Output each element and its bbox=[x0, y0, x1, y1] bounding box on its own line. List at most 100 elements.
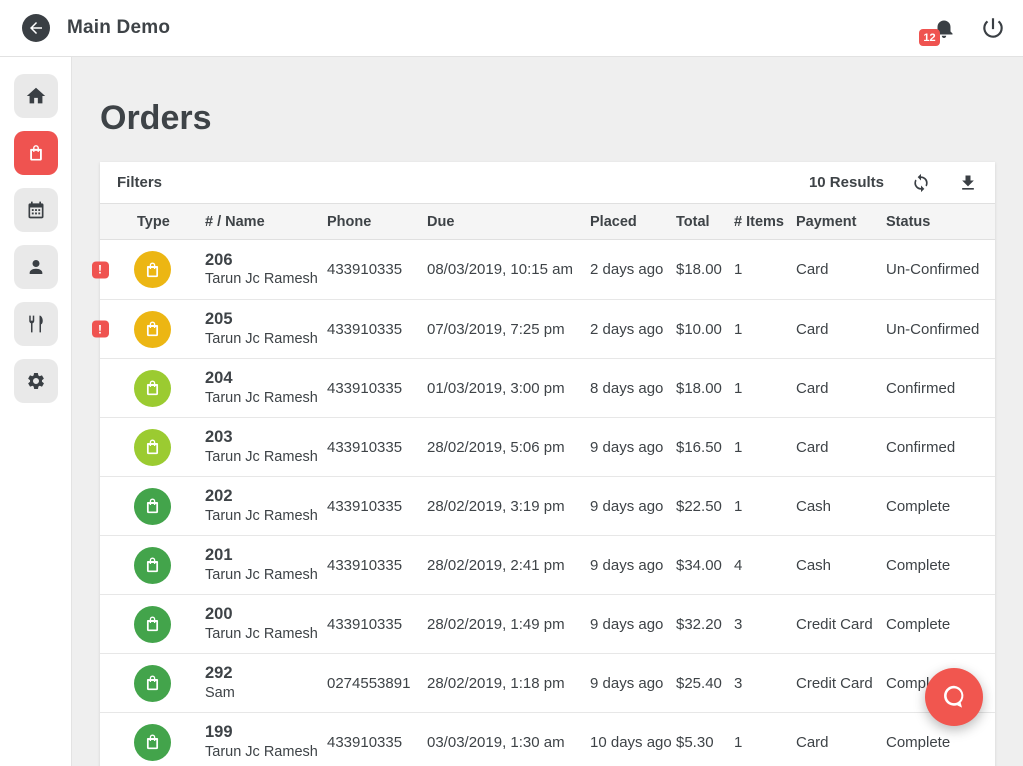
top-bar: Main Demo 12 bbox=[0, 0, 1023, 57]
table-row[interactable]: ! 199 Tarun Jc Ramesh 433910335 03/03/20… bbox=[100, 712, 995, 766]
order-total: $18.00 bbox=[676, 380, 734, 397]
customer-name: Tarun Jc Ramesh bbox=[205, 507, 327, 526]
arrow-left-icon bbox=[27, 19, 45, 37]
download-button[interactable] bbox=[958, 173, 978, 193]
order-status: Complete bbox=[886, 734, 995, 751]
order-number: 292 bbox=[205, 663, 327, 684]
sidebar bbox=[0, 57, 72, 766]
sidebar-item-orders[interactable] bbox=[14, 131, 58, 175]
order-items: 3 bbox=[734, 616, 796, 633]
order-payment: Card bbox=[796, 321, 886, 338]
column-header-name: # / Name bbox=[205, 214, 327, 230]
shopping-bag-icon bbox=[143, 437, 162, 457]
sidebar-item-customers[interactable] bbox=[14, 245, 58, 289]
order-total: $34.00 bbox=[676, 557, 734, 574]
order-due: 03/03/2019, 1:30 am bbox=[427, 734, 590, 751]
power-icon bbox=[980, 15, 1006, 41]
order-type-icon bbox=[134, 251, 171, 288]
orders-card: Filters 10 Results Type bbox=[100, 162, 995, 766]
order-total: $22.50 bbox=[676, 498, 734, 515]
order-payment: Card bbox=[796, 734, 886, 751]
order-items: 1 bbox=[734, 734, 796, 751]
order-placed: 2 days ago bbox=[590, 261, 676, 278]
order-payment: Cash bbox=[796, 557, 886, 574]
order-phone: 0274553891 bbox=[327, 675, 427, 692]
column-header-status: Status bbox=[886, 214, 995, 230]
table-header-row: Type # / Name Phone Due Placed Total # I… bbox=[100, 203, 995, 240]
shopping-bag-icon bbox=[143, 319, 162, 339]
order-payment: Card bbox=[796, 261, 886, 278]
column-header-items: # Items bbox=[734, 214, 796, 230]
table-row[interactable]: ! 292 Sam 0274553891 28/02/2019, 1:18 pm… bbox=[100, 653, 995, 712]
utensils-icon bbox=[26, 314, 46, 334]
order-status: Complete bbox=[886, 616, 995, 633]
table-row[interactable]: ! 200 Tarun Jc Ramesh 433910335 28/02/20… bbox=[100, 594, 995, 653]
order-items: 4 bbox=[734, 557, 796, 574]
notification-count-badge: 12 bbox=[919, 29, 940, 46]
shopping-bag-icon bbox=[143, 496, 162, 516]
order-status: Complete bbox=[886, 498, 995, 515]
order-number: 203 bbox=[205, 427, 327, 448]
order-due: 28/02/2019, 5:06 pm bbox=[427, 439, 590, 456]
table-row[interactable]: ! 205 Tarun Jc Ramesh 433910335 07/03/20… bbox=[100, 299, 995, 358]
download-icon bbox=[958, 173, 978, 193]
help-chat-button[interactable] bbox=[925, 668, 983, 726]
order-phone: 433910335 bbox=[327, 498, 427, 515]
order-number: 199 bbox=[205, 722, 327, 743]
order-items: 1 bbox=[734, 321, 796, 338]
order-type-icon bbox=[134, 724, 171, 761]
shopping-bag-icon bbox=[143, 732, 162, 752]
logout-button[interactable] bbox=[980, 15, 1006, 41]
order-status: Confirmed bbox=[886, 380, 995, 397]
order-items: 1 bbox=[734, 261, 796, 278]
back-button[interactable] bbox=[22, 14, 50, 42]
order-type-icon bbox=[134, 488, 171, 525]
page-title: Orders bbox=[100, 99, 995, 138]
notifications-button[interactable]: 12 bbox=[932, 15, 956, 41]
customer-name: Tarun Jc Ramesh bbox=[205, 270, 327, 289]
main-content: Orders Filters 10 Results bbox=[72, 57, 1023, 766]
sidebar-item-home[interactable] bbox=[14, 74, 58, 118]
order-payment: Credit Card bbox=[796, 616, 886, 633]
shopping-bag-icon bbox=[143, 673, 162, 693]
table-row[interactable]: ! 206 Tarun Jc Ramesh 433910335 08/03/20… bbox=[100, 240, 995, 299]
order-placed: 2 days ago bbox=[590, 321, 676, 338]
order-phone: 433910335 bbox=[327, 616, 427, 633]
order-status: Complete bbox=[886, 557, 995, 574]
table-row[interactable]: ! 202 Tarun Jc Ramesh 433910335 28/02/20… bbox=[100, 476, 995, 535]
orders-table-body: ! 206 Tarun Jc Ramesh 433910335 08/03/20… bbox=[100, 240, 995, 766]
customer-name: Tarun Jc Ramesh bbox=[205, 743, 327, 762]
shopping-bag-icon bbox=[143, 614, 162, 634]
order-total: $18.00 bbox=[676, 261, 734, 278]
order-phone: 433910335 bbox=[327, 439, 427, 456]
person-icon bbox=[26, 257, 46, 277]
order-due: 28/02/2019, 1:49 pm bbox=[427, 616, 590, 633]
filters-bar: Filters 10 Results bbox=[100, 162, 995, 203]
order-payment: Credit Card bbox=[796, 675, 886, 692]
order-type-icon bbox=[134, 429, 171, 466]
order-due: 28/02/2019, 3:19 pm bbox=[427, 498, 590, 515]
gear-icon bbox=[26, 371, 46, 391]
refresh-button[interactable] bbox=[911, 173, 931, 193]
order-total: $25.40 bbox=[676, 675, 734, 692]
order-placed: 9 days ago bbox=[590, 616, 676, 633]
order-total: $5.30 bbox=[676, 734, 734, 751]
results-count: 10 Results bbox=[809, 174, 884, 191]
table-row[interactable]: ! 201 Tarun Jc Ramesh 433910335 28/02/20… bbox=[100, 535, 995, 594]
order-total: $32.20 bbox=[676, 616, 734, 633]
table-row[interactable]: ! 204 Tarun Jc Ramesh 433910335 01/03/20… bbox=[100, 358, 995, 417]
sidebar-item-menu[interactable] bbox=[14, 302, 58, 346]
order-number: 202 bbox=[205, 486, 327, 507]
order-type-icon bbox=[134, 547, 171, 584]
customer-name: Tarun Jc Ramesh bbox=[205, 448, 327, 467]
table-row[interactable]: ! 203 Tarun Jc Ramesh 433910335 28/02/20… bbox=[100, 417, 995, 476]
sidebar-item-settings[interactable] bbox=[14, 359, 58, 403]
customer-name: Tarun Jc Ramesh bbox=[205, 330, 327, 349]
order-status: Un-Confirmed bbox=[886, 261, 995, 278]
order-payment: Card bbox=[796, 380, 886, 397]
order-status: Un-Confirmed bbox=[886, 321, 995, 338]
order-due: 08/03/2019, 10:15 am bbox=[427, 261, 590, 278]
sidebar-item-bookings[interactable] bbox=[14, 188, 58, 232]
order-phone: 433910335 bbox=[327, 261, 427, 278]
shopping-bag-icon bbox=[26, 142, 46, 164]
